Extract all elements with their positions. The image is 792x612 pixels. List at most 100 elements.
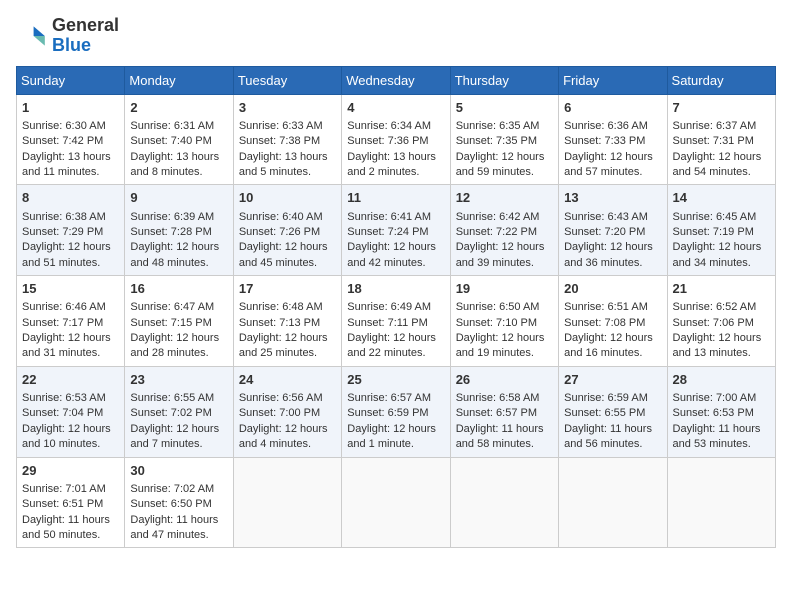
day-info: Sunset: 7:35 PM (456, 135, 537, 147)
day-number: 3 (239, 99, 336, 117)
day-number: 28 (673, 371, 770, 389)
day-info: Sunrise: 6:39 AM (130, 211, 214, 223)
logo-icon (16, 20, 48, 52)
day-number: 22 (22, 371, 119, 389)
day-info: Daylight: 12 hours and 57 minutes. (564, 151, 653, 178)
day-info: Daylight: 13 hours and 5 minutes. (239, 151, 328, 178)
day-info: Sunset: 7:38 PM (239, 135, 320, 147)
day-info: Sunrise: 6:51 AM (564, 301, 648, 313)
table-row: 10Sunrise: 6:40 AMSunset: 7:26 PMDayligh… (233, 185, 341, 276)
day-number: 15 (22, 280, 119, 298)
logo: General Blue (16, 16, 119, 56)
day-number: 19 (456, 280, 553, 298)
day-info: Daylight: 12 hours and 1 minute. (347, 423, 436, 450)
day-number: 20 (564, 280, 661, 298)
day-number: 7 (673, 99, 770, 117)
day-info: Sunrise: 6:40 AM (239, 211, 323, 223)
day-info: Sunrise: 6:43 AM (564, 211, 648, 223)
logo-general: General (52, 16, 119, 36)
day-number: 27 (564, 371, 661, 389)
day-info: Sunset: 7:13 PM (239, 317, 320, 329)
day-info: Sunset: 7:29 PM (22, 226, 103, 238)
day-info: Sunset: 6:50 PM (130, 498, 211, 510)
day-info: Sunrise: 7:02 AM (130, 483, 214, 495)
table-row: 30 Sunrise: 7:02 AM Sunset: 6:50 PM Dayligh… (125, 457, 233, 548)
day-info: Sunset: 7:11 PM (347, 317, 428, 329)
day-number: 30 (130, 462, 227, 480)
day-info: Daylight: 12 hours and 34 minutes. (673, 241, 762, 268)
day-info: Sunrise: 6:34 AM (347, 120, 431, 132)
day-number: 23 (130, 371, 227, 389)
day-info: Sunrise: 6:56 AM (239, 392, 323, 404)
table-row: 20 Sunrise: 6:51 AM Sunset: 7:08 PM Dayligh… (559, 276, 667, 367)
day-info: Daylight: 12 hours and 42 minutes. (347, 241, 436, 268)
day-info: Sunrise: 6:41 AM (347, 211, 431, 223)
table-row: 11Sunrise: 6:41 AMSunset: 7:24 PMDayligh… (342, 185, 450, 276)
table-row: 8Sunrise: 6:38 AMSunset: 7:29 PMDaylight… (17, 185, 125, 276)
day-number: 29 (22, 462, 119, 480)
day-info: Daylight: 12 hours and 4 minutes. (239, 423, 328, 450)
table-row: 3 Sunrise: 6:33 AM Sunset: 7:38 PM Daylight… (233, 94, 341, 185)
day-info: Daylight: 11 hours and 47 minutes. (130, 514, 218, 541)
table-row: 12Sunrise: 6:42 AMSunset: 7:22 PMDayligh… (450, 185, 558, 276)
col-tuesday: Tuesday (233, 66, 341, 94)
table-row: 4Sunrise: 6:34 AMSunset: 7:36 PMDaylight… (342, 94, 450, 185)
table-row: 7Sunrise: 6:37 AMSunset: 7:31 PMDaylight… (667, 94, 775, 185)
table-row: 21Sunrise: 6:52 AMSunset: 7:06 PMDayligh… (667, 276, 775, 367)
day-info: Sunset: 7:08 PM (564, 317, 645, 329)
day-info: Sunset: 7:15 PM (130, 317, 211, 329)
day-info: Daylight: 12 hours and 28 minutes. (130, 332, 219, 359)
day-info: Daylight: 12 hours and 16 minutes. (564, 332, 653, 359)
day-info: Daylight: 12 hours and 10 minutes. (22, 423, 111, 450)
day-info: Daylight: 13 hours and 2 minutes. (347, 151, 436, 178)
table-row (342, 457, 450, 548)
col-sunday: Sunday (17, 66, 125, 94)
calendar-row-4: 29Sunrise: 7:01 AMSunset: 6:51 PMDayligh… (17, 457, 776, 548)
day-info: Sunrise: 6:36 AM (564, 120, 648, 132)
day-info: Sunrise: 6:50 AM (456, 301, 540, 313)
table-row: 14Sunrise: 6:45 AMSunset: 7:19 PMDayligh… (667, 185, 775, 276)
table-row: 5Sunrise: 6:35 AMSunset: 7:35 PMDaylight… (450, 94, 558, 185)
day-info: Daylight: 12 hours and 7 minutes. (130, 423, 219, 450)
col-friday: Friday (559, 66, 667, 94)
day-info: Sunrise: 6:55 AM (130, 392, 214, 404)
day-info: Sunset: 7:02 PM (130, 407, 211, 419)
header-row: Sunday Monday Tuesday Wednesday Thursday… (17, 66, 776, 94)
day-info: Sunrise: 7:00 AM (673, 392, 757, 404)
day-number: 10 (239, 189, 336, 207)
day-number: 2 (130, 99, 227, 117)
day-info: Sunrise: 6:57 AM (347, 392, 431, 404)
day-number: 6 (564, 99, 661, 117)
day-info: Sunset: 6:51 PM (22, 498, 103, 510)
day-number: 12 (456, 189, 553, 207)
day-info: Sunset: 7:33 PM (564, 135, 645, 147)
day-number: 14 (673, 189, 770, 207)
day-info: Daylight: 12 hours and 13 minutes. (673, 332, 762, 359)
day-number: 13 (564, 189, 661, 207)
table-row: 22Sunrise: 6:53 AMSunset: 7:04 PMDayligh… (17, 366, 125, 457)
table-row: 25Sunrise: 6:57 AMSunset: 6:59 PMDayligh… (342, 366, 450, 457)
day-info: Sunrise: 6:35 AM (456, 120, 540, 132)
day-info: Sunrise: 6:38 AM (22, 211, 106, 223)
day-info: Sunrise: 6:30 AM (22, 120, 106, 132)
table-row: 2Sunrise: 6:31 AMSunset: 7:40 PMDaylight… (125, 94, 233, 185)
day-info: Sunset: 7:42 PM (22, 135, 103, 147)
day-info: Sunrise: 6:33 AM (239, 120, 323, 132)
day-info: Daylight: 12 hours and 54 minutes. (673, 151, 762, 178)
table-row: 6 Sunrise: 6:36 AM Sunset: 7:33 PM Daylight… (559, 94, 667, 185)
day-info: Sunset: 7:19 PM (673, 226, 754, 238)
table-row: 16Sunrise: 6:47 AMSunset: 7:15 PMDayligh… (125, 276, 233, 367)
day-number: 1 (22, 99, 119, 117)
day-info: Sunset: 6:59 PM (347, 407, 428, 419)
day-number: 18 (347, 280, 444, 298)
day-info: Daylight: 12 hours and 36 minutes. (564, 241, 653, 268)
day-info: Daylight: 12 hours and 48 minutes. (130, 241, 219, 268)
table-row (559, 457, 667, 548)
day-info: Daylight: 12 hours and 19 minutes. (456, 332, 545, 359)
day-info: Sunrise: 6:47 AM (130, 301, 214, 313)
table-row (233, 457, 341, 548)
col-monday: Monday (125, 66, 233, 94)
day-info: Daylight: 12 hours and 39 minutes. (456, 241, 545, 268)
day-info: Sunset: 6:53 PM (673, 407, 754, 419)
day-info: Daylight: 12 hours and 51 minutes. (22, 241, 111, 268)
